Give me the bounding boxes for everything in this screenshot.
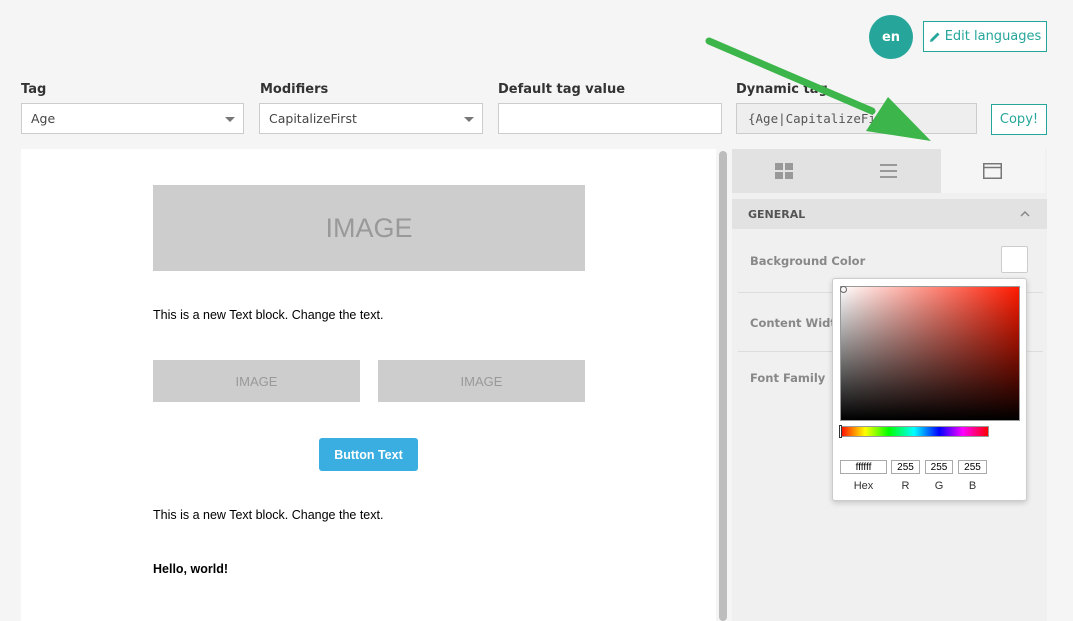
annotation-arrow (705, 37, 931, 141)
